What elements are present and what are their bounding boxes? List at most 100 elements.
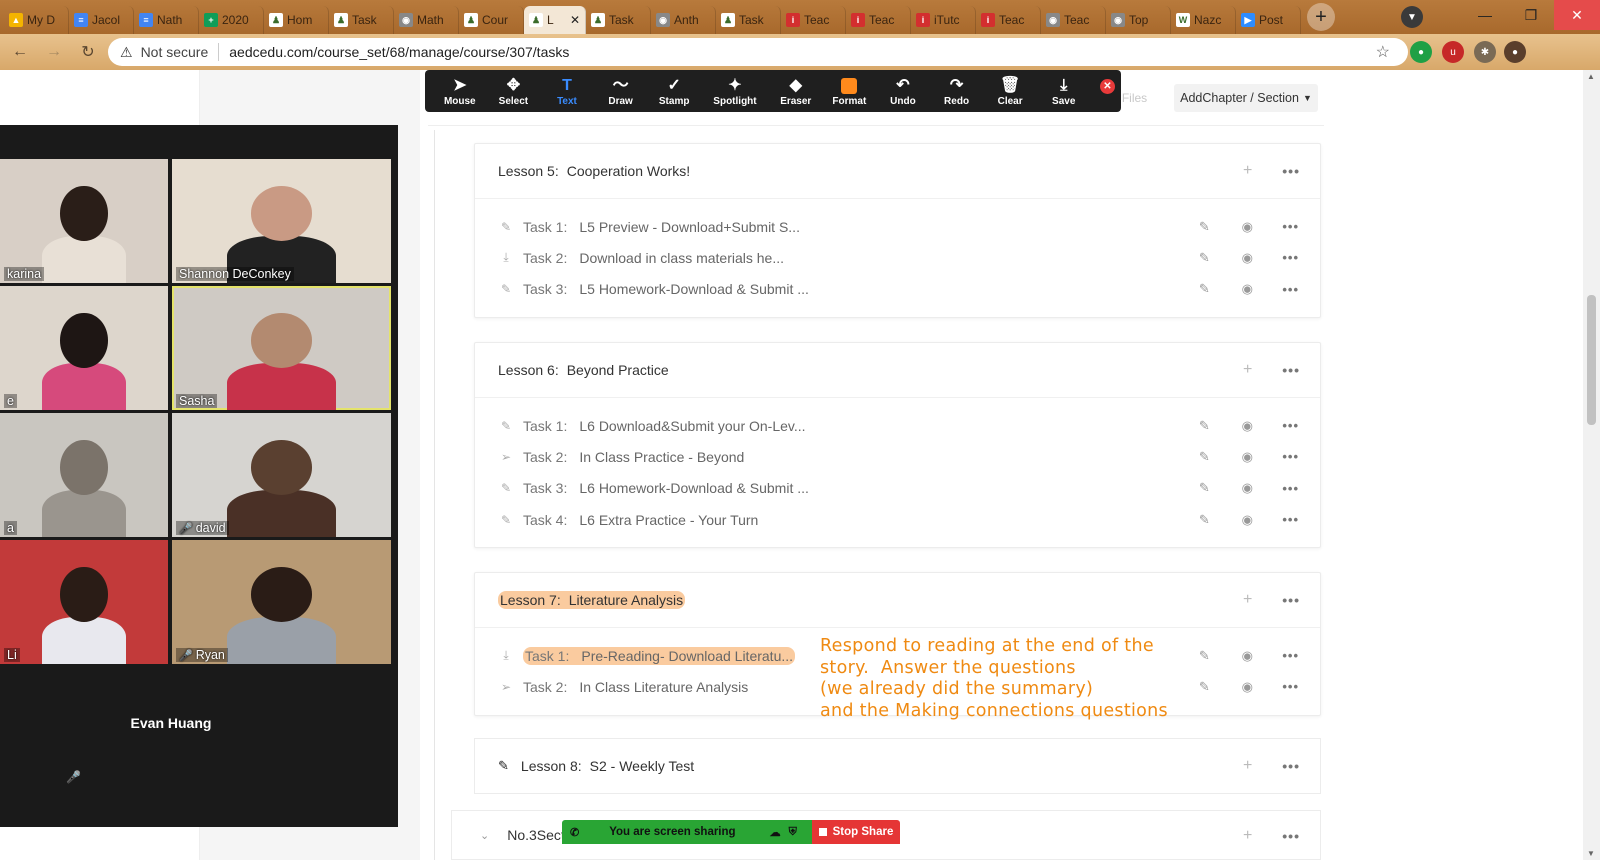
chevron-down-icon[interactable]: ⌄ [480, 829, 489, 842]
add-task-icon[interactable]: + [1243, 162, 1252, 180]
more-icon[interactable]: ••• [1282, 250, 1299, 265]
browser-tab[interactable]: ◉ Math [394, 6, 459, 34]
lesson-header[interactable]: Lesson 5: Cooperation Works! + ••• [475, 144, 1320, 198]
task-row[interactable]: ✎ Task 3: L5 Homework-Download & Submit ..… [475, 274, 1320, 305]
task-title[interactable]: In Class Practice - Beyond [579, 449, 744, 465]
close-window-icon[interactable]: ✕ [1554, 0, 1600, 30]
task-title[interactable]: L5 Homework-Download & Submit ... [579, 281, 809, 297]
more-icon[interactable]: ••• [1282, 512, 1299, 527]
video-tile[interactable]: e [0, 286, 168, 410]
browser-tab[interactable]: ◉ Top [1106, 6, 1171, 34]
edit-icon[interactable]: ✎ [1196, 449, 1212, 465]
browser-tab[interactable]: W Nazc [1171, 6, 1236, 34]
more-icon[interactable]: ••• [1282, 648, 1299, 663]
tool-save[interactable]: ⤓ Save [1037, 76, 1091, 107]
tool-redo[interactable]: ↷ Redo [930, 76, 984, 107]
screen-sharing-indicator[interactable]: ✆ You are screen sharing ☁ ⛨ [562, 820, 812, 844]
scroll-up-icon[interactable]: ▲ [1587, 72, 1595, 81]
task-title[interactable]: Download in class materials he... [579, 250, 784, 266]
task-title[interactable]: L6 Homework-Download & Submit ... [579, 480, 809, 496]
tool-format[interactable]: Format [823, 76, 877, 107]
tab-search-icon[interactable]: ▼ [1401, 6, 1423, 28]
tool-draw[interactable]: 〜 Draw [594, 76, 648, 107]
eye-icon[interactable]: ◉ [1239, 679, 1255, 695]
browser-tab[interactable]: ♟ Task [716, 6, 781, 34]
browser-tab[interactable]: i Teac [781, 6, 846, 34]
edit-icon[interactable]: ✎ [1196, 512, 1212, 528]
eye-icon[interactable]: ◉ [1239, 281, 1255, 297]
browser-tab[interactable]: ≡ Nath [134, 6, 199, 34]
browser-tab[interactable]: ♟ Task [586, 6, 651, 34]
more-icon[interactable]: ••• [1282, 418, 1299, 433]
edit-icon[interactable]: ✎ [1196, 281, 1212, 297]
edit-icon[interactable]: ✎ [1196, 679, 1212, 695]
eye-icon[interactable]: ◉ [1239, 480, 1255, 496]
task-title[interactable]: L6 Extra Practice - Your Turn [579, 512, 758, 528]
not-secure-label[interactable]: Not secure [141, 44, 209, 60]
browser-tab[interactable]: +2020 [199, 6, 264, 34]
tool-clear[interactable]: 🗑 Clear [983, 76, 1037, 107]
restore-icon[interactable]: ❐ [1508, 0, 1554, 30]
lesson-card[interactable]: Lesson 6: Beyond Practice + ••• ✎ Task 1: L6 D… [474, 342, 1321, 549]
back-icon[interactable]: ← [6, 38, 34, 66]
more-icon[interactable]: ••• [1282, 282, 1299, 297]
url-text[interactable]: aedcedu.com/course_set/68/manage/course/… [229, 44, 569, 60]
add-chapter-section-button[interactable]: AddChapter / Section ▼ [1174, 84, 1318, 112]
task-title[interactable]: Pre-Reading- Download Literatu... [581, 648, 793, 664]
browser-tab[interactable]: ◉ Anth [651, 6, 716, 34]
add-task-icon[interactable]: + [1243, 361, 1252, 379]
browser-tab[interactable]: i Teac [976, 6, 1041, 34]
browser-tab[interactable]: ≡ Jacol [69, 6, 134, 34]
browser-tab[interactable]: ♟ Task [329, 6, 394, 34]
close-tab-icon[interactable]: ✕ [570, 13, 580, 27]
more-icon[interactable]: ••• [1282, 679, 1299, 694]
add-icon[interactable]: + [1243, 827, 1252, 845]
extension-badge-icon[interactable]: u [1442, 41, 1464, 63]
new-tab-button[interactable]: + [1307, 3, 1335, 31]
task-row[interactable]: ⤓ Task 2: Download in class materials he..… [475, 242, 1320, 273]
add-task-icon[interactable]: + [1243, 591, 1252, 609]
eye-icon[interactable]: ◉ [1239, 418, 1255, 434]
task-row[interactable]: ✎ Task 3: L6 Homework-Download & Submit ..… [475, 473, 1320, 504]
more-icon[interactable]: ••• [1282, 449, 1299, 464]
video-tile[interactable]: Sasha [172, 286, 391, 410]
add-task-icon[interactable]: + [1243, 757, 1252, 775]
url-input[interactable]: ⚠ Not secure aedcedu.com/course_set/68/m… [108, 38, 1408, 66]
edit-icon[interactable]: ✎ [1196, 648, 1212, 664]
eye-icon[interactable]: ◉ [1239, 512, 1255, 528]
edit-icon[interactable]: ✎ [1196, 480, 1212, 496]
eye-icon[interactable]: ◉ [1239, 449, 1255, 465]
tool-text[interactable]: T Text [540, 76, 594, 107]
more-icon[interactable]: ••• [1282, 163, 1300, 179]
video-tile[interactable]: karina [0, 159, 168, 283]
lesson-header[interactable]: Lesson 6: Beyond Practice + ••• [475, 343, 1320, 397]
audio-only-participant[interactable]: Evan Huang 🎤 [60, 665, 282, 787]
minimize-icon[interactable]: — [1462, 0, 1508, 30]
tool-mouse[interactable]: ➤ Mouse [433, 76, 487, 107]
more-icon[interactable]: ••• [1282, 758, 1300, 774]
video-tile[interactable]: 🎤 david [172, 413, 391, 537]
browser-tab[interactable]: ♟ Hom [264, 6, 329, 34]
eye-icon[interactable]: ◉ [1239, 250, 1255, 266]
browser-tab[interactable]: ▶ Post [1236, 6, 1301, 34]
tool-spotlight[interactable]: ✦ Spotlight [701, 76, 769, 107]
task-row[interactable]: ✎ Task 1: L6 Download&Submit your On-Lev..… [475, 410, 1320, 441]
forward-icon[interactable]: → [40, 38, 68, 66]
eye-icon[interactable]: ◉ [1239, 648, 1255, 664]
lesson-card[interactable]: Lesson 5: Cooperation Works! + ••• ✎ Task 1: L… [474, 143, 1321, 318]
bookmark-star-icon[interactable]: ☆ [1376, 42, 1390, 62]
browser-tab[interactable]: ♟ L ✕ [524, 6, 586, 34]
warning-icon[interactable]: ⚠ [120, 44, 133, 61]
lesson-header[interactable]: Lesson 7: Literature Analysis + ••• [475, 573, 1320, 627]
reload-icon[interactable]: ↻ [74, 38, 102, 66]
scrollbar[interactable]: ▲ ▼ [1583, 70, 1600, 860]
tool-select[interactable]: ✥ Select [487, 76, 541, 107]
task-title[interactable]: L6 Download&Submit your On-Lev... [579, 418, 805, 434]
browser-tab[interactable]: ◉ Teac [1041, 6, 1106, 34]
stop-share-button[interactable]: Stop Share [812, 820, 900, 844]
task-title[interactable]: In Class Literature Analysis [579, 679, 748, 695]
network-icon[interactable]: ☁ [770, 826, 781, 839]
video-tile[interactable]: 🎤 Ryan [172, 540, 391, 664]
browser-tab[interactable]: ♟ Cour [459, 6, 524, 34]
scroll-thumb[interactable] [1587, 295, 1596, 425]
